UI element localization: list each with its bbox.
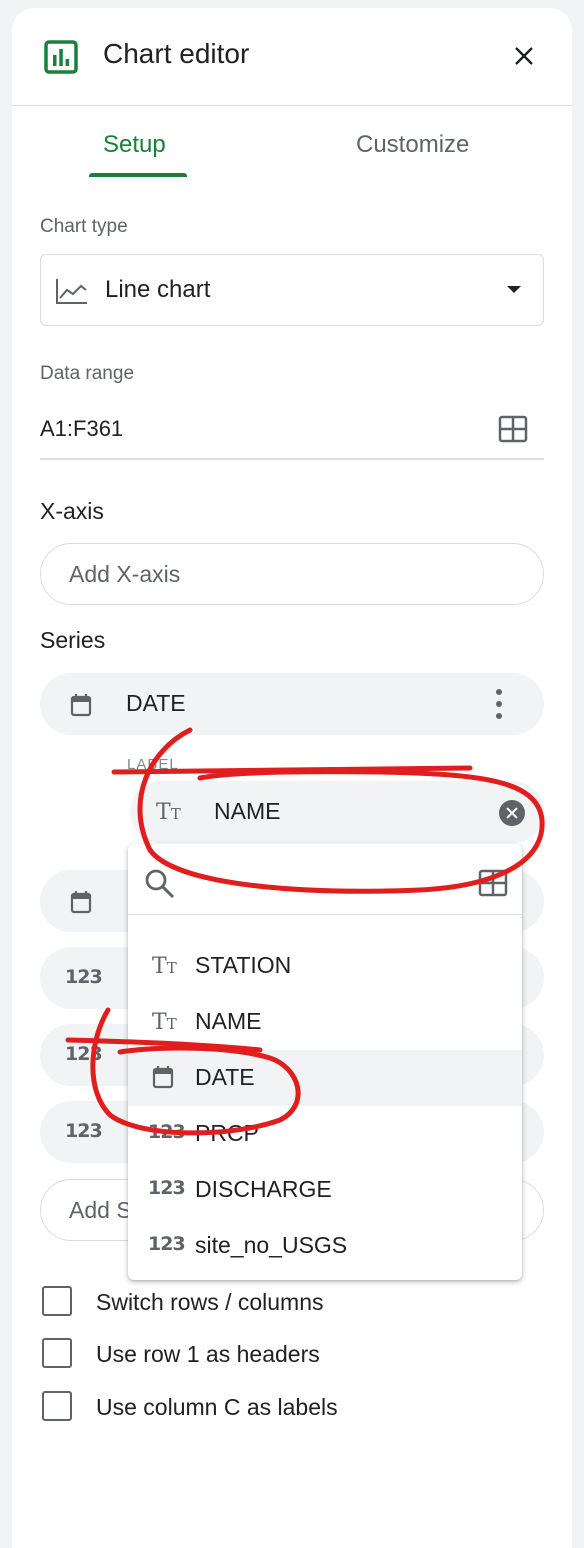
number-type-icon: 123	[65, 966, 103, 988]
menu-item-label: PRCP	[195, 1120, 259, 1146]
select-range-grid-icon[interactable]	[498, 415, 528, 443]
menu-item-label: NAME	[195, 1008, 262, 1034]
menu-item-prcp[interactable]: 123 PRCP	[128, 1106, 522, 1162]
select-range-grid-icon[interactable]	[478, 869, 508, 897]
chart-type-select[interactable]: Line chart	[40, 254, 544, 326]
data-range-label: Data range	[40, 363, 135, 384]
text-type-icon: TT	[152, 954, 177, 979]
number-type-icon: 123	[65, 1120, 103, 1142]
label-chip-value: NAME	[214, 798, 281, 824]
column-dropdown-menu: TT STATION TT NAME DATE 123 PRCP 123 DIS…	[128, 844, 522, 1280]
series-item-date[interactable]: DATE	[40, 673, 544, 735]
series-heading: Series	[40, 627, 106, 653]
number-type-icon: 123	[148, 1177, 186, 1199]
calendar-icon	[70, 891, 92, 914]
tab-setup[interactable]: Setup	[103, 131, 166, 159]
x-axis-heading: X-axis	[40, 498, 104, 524]
menu-divider	[128, 914, 522, 915]
menu-item-discharge[interactable]: 123 DISCHARGE	[128, 1162, 522, 1218]
chart-type-value: Line chart	[105, 276, 211, 303]
series-item-label: DATE	[126, 690, 186, 716]
menu-item-label: STATION	[195, 952, 292, 978]
chevron-down-icon	[507, 286, 521, 293]
menu-item-date[interactable]: DATE	[128, 1050, 522, 1106]
more-options-icon[interactable]	[496, 689, 502, 719]
chart-type-label: Chart type	[40, 216, 128, 237]
chart-logo-icon	[44, 40, 78, 74]
calendar-icon	[70, 694, 92, 717]
number-type-icon: 123	[65, 1043, 103, 1065]
menu-item-station[interactable]: TT STATION	[128, 938, 522, 994]
text-type-icon: TT	[156, 800, 181, 825]
active-tab-indicator	[89, 173, 187, 177]
use-row-headers-label: Use row 1 as headers	[96, 1341, 320, 1367]
use-column-labels-label: Use column C as labels	[96, 1394, 338, 1420]
use-column-labels-checkbox[interactable]	[42, 1391, 72, 1421]
use-row-headers-checkbox[interactable]	[42, 1338, 72, 1368]
menu-item-label: DISCHARGE	[195, 1176, 332, 1202]
number-type-icon: 123	[148, 1121, 186, 1143]
label-chip[interactable]: TT NAME	[130, 781, 544, 843]
menu-item-label: DATE	[195, 1064, 255, 1090]
label-caption: LABEL	[127, 756, 179, 773]
search-icon	[145, 869, 175, 899]
chart-editor-panel: Chart editor Setup Customize Chart type …	[12, 8, 572, 1548]
menu-item-label: site_no_USGS	[195, 1232, 348, 1258]
close-icon[interactable]	[512, 44, 536, 68]
calendar-icon	[152, 1066, 174, 1089]
editor-header: Chart editor	[12, 8, 572, 106]
switch-rows-columns-label: Switch rows / columns	[96, 1289, 324, 1315]
menu-item-name[interactable]: TT NAME	[128, 994, 522, 1050]
switch-rows-columns-checkbox[interactable]	[42, 1286, 72, 1316]
number-type-icon: 123	[148, 1233, 186, 1255]
tab-customize[interactable]: Customize	[356, 131, 469, 159]
data-range-input[interactable]: A1:F361	[40, 416, 123, 442]
add-x-axis-label: Add X-axis	[69, 561, 181, 587]
line-chart-icon	[56, 279, 87, 304]
data-range-underline	[40, 458, 544, 460]
remove-label-icon[interactable]	[499, 800, 525, 826]
text-type-icon: TT	[152, 1010, 177, 1035]
page-title: Chart editor	[103, 38, 250, 69]
add-series-label: Add S	[69, 1197, 132, 1223]
add-x-axis-button[interactable]: Add X-axis	[40, 543, 544, 605]
menu-item-site-no-usgs[interactable]: 123 site_no_USGS	[128, 1218, 522, 1274]
